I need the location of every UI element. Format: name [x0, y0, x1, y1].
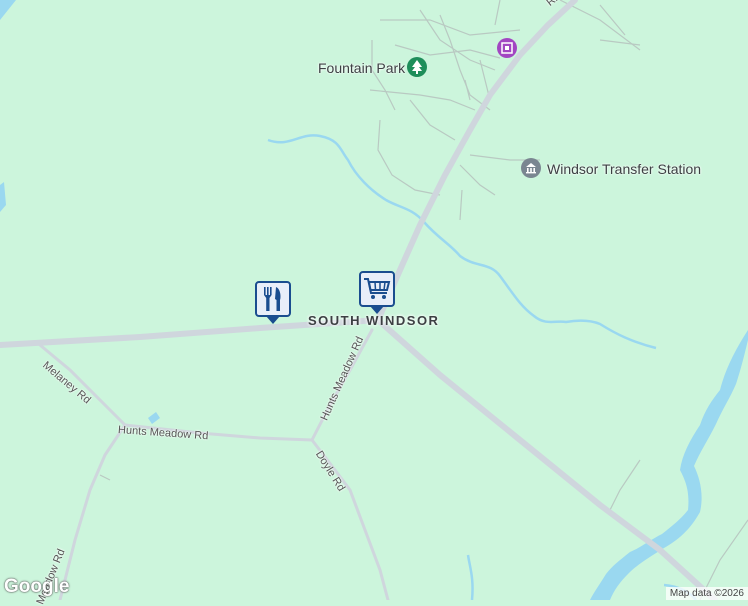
- park-tree-icon[interactable]: [407, 57, 427, 77]
- transfer-station-icon[interactable]: [521, 158, 541, 178]
- place-label: SOUTH WINDSOR: [308, 313, 440, 328]
- transfer-station-label[interactable]: Windsor Transfer Station: [547, 161, 701, 177]
- shopping-cart-icon: [364, 278, 391, 299]
- restaurant-icon: [264, 287, 281, 311]
- restaurant-marker[interactable]: [255, 281, 291, 324]
- map-attribution[interactable]: Map data ©2026: [665, 587, 748, 600]
- shopping-marker[interactable]: [359, 271, 395, 314]
- google-logo[interactable]: Google: [4, 576, 69, 598]
- fountain-park-label[interactable]: Fountain Park: [318, 60, 405, 76]
- landmark-icon[interactable]: [497, 38, 517, 58]
